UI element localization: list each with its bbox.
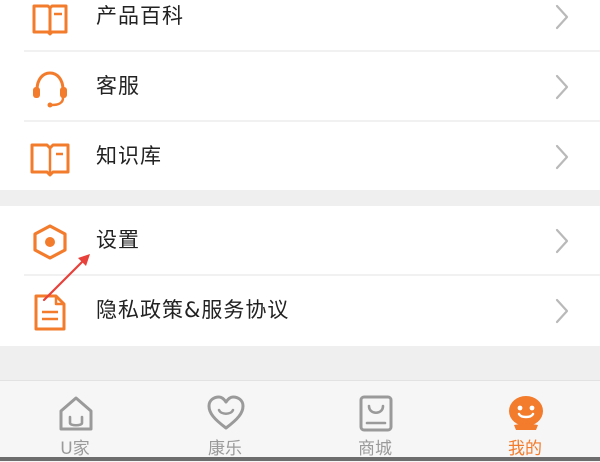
menu-item-label: 客服 bbox=[96, 74, 140, 98]
menu-item-label: 知识库 bbox=[96, 144, 162, 168]
menu-item-product-encyclopedia[interactable]: 产品百科 bbox=[0, 0, 600, 50]
menu-item-knowledge-base[interactable]: 知识库 bbox=[0, 122, 600, 190]
chevron-right-icon bbox=[555, 228, 569, 254]
smiley-face-icon bbox=[509, 396, 543, 430]
bottom-edge bbox=[0, 457, 600, 461]
headset-icon bbox=[33, 71, 67, 108]
document-icon bbox=[34, 294, 66, 331]
section-gap bbox=[0, 346, 600, 380]
chevron-right-icon bbox=[555, 4, 569, 30]
chevron-right-icon bbox=[555, 74, 569, 100]
chevron-right-icon bbox=[555, 298, 569, 324]
book-icon bbox=[32, 4, 68, 36]
menu-item-label: 设置 bbox=[96, 228, 140, 252]
open-book-icon bbox=[30, 143, 70, 177]
screen: 产品百科 客服 知识库 设置 隐私政策&服务协议 U家 康乐 商城 我的 bbox=[0, 0, 600, 462]
home-icon bbox=[59, 396, 93, 431]
menu-item-label: 产品百科 bbox=[96, 4, 184, 28]
section-gap bbox=[0, 190, 600, 206]
tab-label: U家 bbox=[60, 439, 90, 459]
tab-label: 商城 bbox=[358, 439, 392, 459]
menu-item-label: 隐私政策&服务协议 bbox=[96, 298, 290, 322]
bottom-tab-bar: U家 康乐 商城 我的 bbox=[0, 380, 600, 462]
tab-mine[interactable]: 我的 bbox=[450, 381, 600, 462]
tab-kangle[interactable]: 康乐 bbox=[150, 381, 300, 462]
tab-label: 我的 bbox=[508, 439, 542, 459]
shopping-bag-icon bbox=[359, 395, 393, 432]
tab-mall[interactable]: 商城 bbox=[300, 381, 450, 462]
tab-u-home[interactable]: U家 bbox=[0, 381, 150, 462]
menu-item-customer-service[interactable]: 客服 bbox=[0, 52, 600, 120]
menu-item-settings[interactable]: 设置 bbox=[0, 206, 600, 274]
tab-label: 康乐 bbox=[208, 439, 242, 459]
hexagon-settings-icon bbox=[33, 224, 67, 260]
menu-item-privacy-policy[interactable]: 隐私政策&服务协议 bbox=[0, 276, 600, 344]
heart-icon bbox=[207, 395, 245, 430]
chevron-right-icon bbox=[555, 144, 569, 170]
